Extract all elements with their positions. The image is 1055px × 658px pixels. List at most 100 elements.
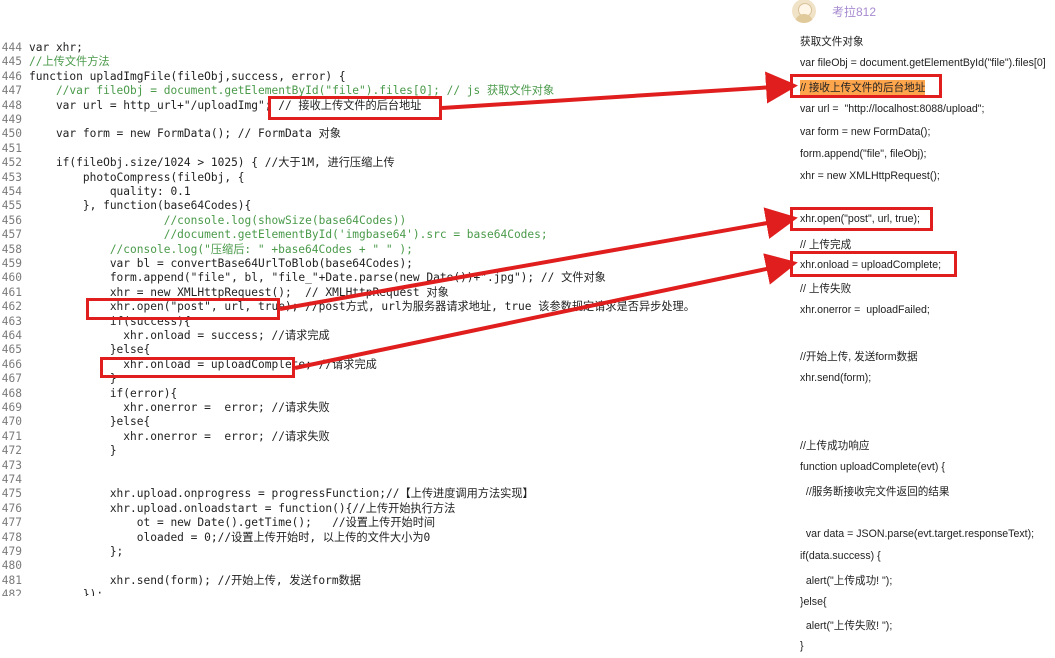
line-number: 474 <box>1 473 22 486</box>
code-line: 445 //上传文件方法 <box>0 55 110 69</box>
reference-line: 获取文件对象 <box>800 36 864 48</box>
line-number: 467 <box>1 372 22 386</box>
code-text: if(error){ <box>29 386 178 400</box>
reference-line: xhr.onerror = uploadFailed; <box>800 304 930 316</box>
line-number: 451 <box>1 141 22 155</box>
line-number: 460 <box>1 271 22 285</box>
code-text: //console.log(showSize(base64Codes)) <box>29 213 407 227</box>
line-number: 473 <box>1 458 22 472</box>
annotation-box-onload-left <box>100 357 295 378</box>
reference-line: var form = new FormData(); <box>800 126 931 138</box>
user-row[interactable]: 考拉812 <box>792 0 876 23</box>
code-line: 474 <box>0 473 29 487</box>
line-number: 471 <box>1 429 22 443</box>
code-line: 481 xhr.send(form); //开始上传, 发送form数据 <box>0 574 361 588</box>
code-text: }); <box>29 588 104 596</box>
reference-line: }else{ <box>800 596 827 608</box>
code-text: oloaded = 0;//设置上传开始时, 以上传的文件大小为0 <box>29 530 431 544</box>
code-line: 482 }); <box>0 588 103 596</box>
line-number: 465 <box>1 343 22 357</box>
code-line: 465 }else{ <box>0 343 150 357</box>
code-text: var bl = convertBase64UrlToBlob(base64Co… <box>29 257 413 270</box>
line-number: 454 <box>1 185 22 198</box>
code-text: xhr.upload.onprogress = progressFunction… <box>29 487 534 501</box>
line-number: 445 <box>1 55 22 69</box>
line-number: 449 <box>1 113 22 126</box>
reference-line: xhr.send(form); <box>800 372 872 384</box>
line-number: 448 <box>1 98 22 112</box>
code-text: if(fileObj.size/1024 > 1025) { //大于1M, 进… <box>29 156 395 170</box>
code-text: photoCompress(fileObj, { <box>29 170 245 184</box>
code-text: //上传文件方法 <box>29 55 110 69</box>
code-line: 449 <box>0 113 29 127</box>
line-number: 478 <box>1 530 22 544</box>
annotation-box-url-left <box>268 96 442 120</box>
code-text: xhr.onerror = error; //请求失败 <box>29 401 330 414</box>
username[interactable]: 考拉812 <box>832 3 876 20</box>
code-line: 458 //console.log("压缩后: " +base64Codes +… <box>0 243 413 257</box>
code-text: xhr = new XMLHttpRequest(); // XMLHttpRe… <box>29 285 449 299</box>
code-line: 450 var form = new FormData(); // FormDa… <box>0 127 341 141</box>
code-text: form.append("file", bl, "file_"+Date.par… <box>29 271 606 285</box>
code-line: 453 photoCompress(fileObj, { <box>0 171 245 185</box>
reference-line: alert("上传成功! "); <box>800 575 893 587</box>
line-number: 463 <box>1 314 22 328</box>
reference-panel: 考拉812 获取文件对象 var fileObj = document.getEl… <box>790 0 1055 658</box>
code-line: 468 if(error){ <box>0 387 177 401</box>
line-number: 455 <box>1 199 22 213</box>
code-line: 471 xhr.onerror = error; //请求失败 <box>0 430 330 444</box>
code-line: 451 <box>0 142 29 156</box>
line-number: 459 <box>1 257 22 270</box>
reference-line: //上传成功响应 <box>800 440 870 452</box>
code-text: //document.getElementById('imgbase64').s… <box>29 228 548 242</box>
code-text: var xhr; <box>29 41 83 54</box>
annotation-box-open-right <box>790 207 933 231</box>
line-number: 447 <box>1 84 22 98</box>
code-text: xhr.send(form); //开始上传, 发送form数据 <box>29 573 361 587</box>
line-number: 470 <box>1 415 22 429</box>
line-number: 479 <box>1 545 22 558</box>
line-number: 453 <box>1 170 22 184</box>
code-line: 459 var bl = convertBase64UrlToBlob(base… <box>0 257 413 271</box>
line-number: 469 <box>1 401 22 414</box>
line-number: 482 <box>1 588 22 596</box>
reference-line: xhr = new XMLHttpRequest(); <box>800 170 940 182</box>
reference-line: // 上传完成 <box>800 239 852 251</box>
code-text: quality: 0.1 <box>29 185 191 198</box>
line-number: 480 <box>1 559 22 573</box>
line-number: 450 <box>1 127 22 141</box>
code-line: 454 quality: 0.1 <box>0 185 191 199</box>
line-number: 472 <box>1 444 22 458</box>
line-number: 458 <box>1 242 22 256</box>
code-line: 480 <box>0 559 29 573</box>
code-text: }else{ <box>29 415 151 429</box>
reference-line: //服务断接收完文件返回的结果 <box>800 486 950 498</box>
code-line: 477 ot = new Date().getTime(); //设置上传开始时… <box>0 516 435 530</box>
reference-line: //开始上传, 发送form数据 <box>800 351 918 363</box>
code-line: 456 //console.log(showSize(base64Codes)) <box>0 214 406 228</box>
code-text: xhr.onerror = error; //请求失败 <box>29 429 330 443</box>
line-number: 476 <box>1 501 22 515</box>
koala-avatar-icon[interactable] <box>792 0 816 23</box>
line-number: 461 <box>1 285 22 299</box>
code-text: //console.log("压缩后: " +base64Codes + " "… <box>29 242 413 256</box>
line-number: 444 <box>1 41 22 54</box>
line-number: 475 <box>1 487 22 501</box>
annotation-box-open-left <box>86 298 280 320</box>
code-line: 457 //document.getElementById('imgbase64… <box>0 228 548 242</box>
code-text: }, function(base64Codes){ <box>29 199 252 213</box>
reference-line: } <box>800 640 804 652</box>
code-line: 475 xhr.upload.onprogress = progressFunc… <box>0 487 534 501</box>
code-text: var form = new FormData(); // FormData 对… <box>29 127 341 141</box>
line-number: 466 <box>1 357 22 371</box>
line-number: 464 <box>1 329 22 342</box>
code-line: 478 oloaded = 0;//设置上传开始时, 以上传的文件大小为0 <box>0 530 431 545</box>
code-line: 464 xhr.onload = success; //请求完成 <box>0 329 330 343</box>
code-line: 455 }, function(base64Codes){ <box>0 199 252 213</box>
line-number: 456 <box>1 213 22 227</box>
reference-line: var data = JSON.parse(evt.target.respons… <box>800 528 1035 540</box>
line-number: 452 <box>1 156 22 170</box>
code-text: }; <box>29 545 124 558</box>
code-text: function upladImgFile(fileObj,success, e… <box>29 69 346 83</box>
code-line: 469 xhr.onerror = error; //请求失败 <box>0 401 330 415</box>
